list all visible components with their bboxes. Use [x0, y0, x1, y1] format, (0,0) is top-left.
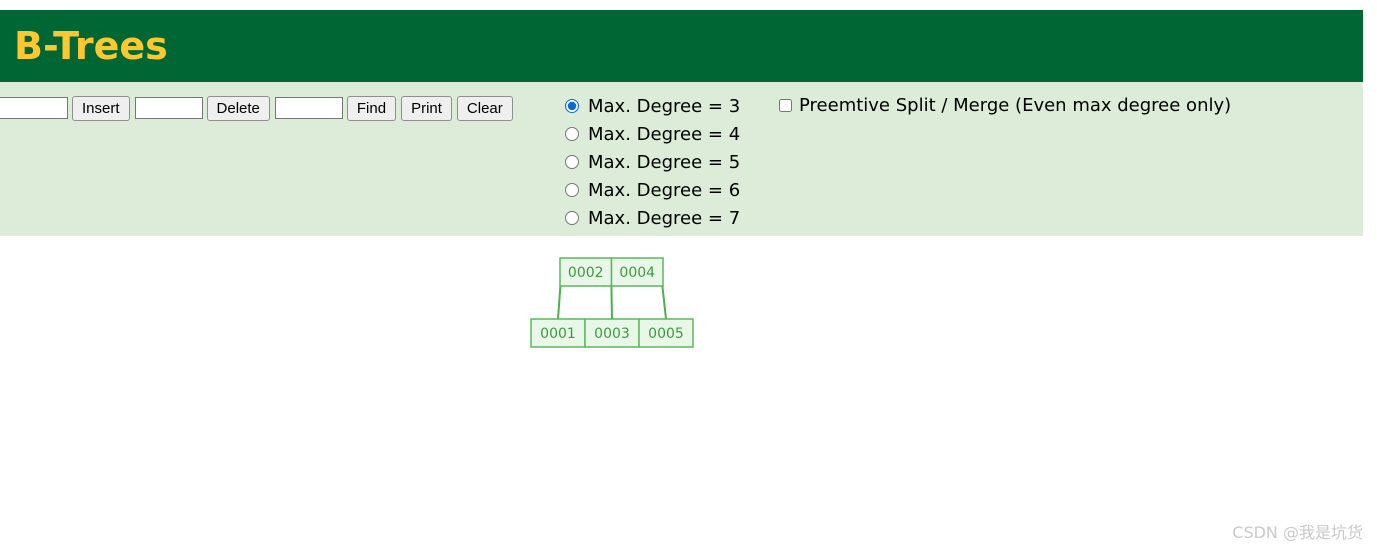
radio-input-degree-5[interactable]: [565, 155, 579, 169]
clear-button[interactable]: Clear: [456, 95, 513, 121]
find-input[interactable]: [274, 97, 343, 119]
preemptive-split-merge-label: Preemtive Split / Merge (Even max degree…: [799, 95, 1232, 116]
preemptive-split-merge-checkbox[interactable]: [779, 99, 792, 112]
btree-leaf-node[interactable]: 0003: [584, 318, 640, 348]
radio-option-degree-3[interactable]: Max. Degree = 3: [565, 92, 740, 120]
radio-option-degree-6[interactable]: Max. Degree = 6: [565, 176, 740, 204]
radio-label-degree-6: Max. Degree = 6: [588, 179, 741, 201]
btree-root-node[interactable]: 0002 0004: [559, 257, 664, 287]
radio-option-degree-5[interactable]: Max. Degree = 5: [565, 148, 740, 176]
radio-input-degree-7[interactable]: [565, 211, 579, 225]
delete-input[interactable]: [134, 97, 203, 119]
radio-label-degree-4: Max. Degree = 4: [588, 123, 741, 145]
radio-input-degree-6[interactable]: [565, 183, 579, 197]
btree-leaf-node[interactable]: 0005: [638, 318, 694, 348]
radio-input-degree-4[interactable]: [565, 127, 579, 141]
insert-button[interactable]: Insert: [72, 95, 130, 121]
btree-key-label: 0004: [619, 265, 655, 281]
radio-label-degree-3: Max. Degree = 3: [588, 95, 741, 117]
btree-key-label: 0003: [594, 326, 630, 342]
radio-label-degree-5: Max. Degree = 5: [588, 151, 741, 173]
max-degree-radio-group: Max. Degree = 3 Max. Degree = 4 Max. Deg…: [565, 92, 740, 232]
radio-label-degree-7: Max. Degree = 7: [588, 207, 741, 229]
algorithm-controls-row: Insert Delete Find Print Clear: [0, 94, 518, 122]
print-button[interactable]: Print: [401, 95, 452, 121]
delete-button[interactable]: Delete: [206, 95, 270, 121]
btree-key-label: 0002: [568, 265, 604, 281]
radio-input-degree-3[interactable]: [565, 99, 579, 113]
btree-leaf-node[interactable]: 0001: [530, 318, 586, 348]
preemptive-split-merge-option[interactable]: Preemtive Split / Merge (Even max degree…: [779, 95, 1231, 116]
insert-input[interactable]: [0, 97, 68, 119]
btree-visualization-canvas[interactable]: 0002 0004 0001 0003 0005: [0, 236, 1377, 553]
btree-key-label: 0001: [540, 326, 576, 342]
btree-svg: 0002 0004 0001 0003 0005: [530, 257, 694, 348]
find-button[interactable]: Find: [346, 95, 397, 121]
csdn-watermark: CSDN @我是坑货: [1232, 523, 1363, 542]
app-header: B-Trees: [0, 10, 1363, 82]
controls-panel: Insert Delete Find Print Clear Max. Degr…: [0, 82, 1363, 236]
btree-key-label: 0005: [648, 326, 684, 342]
page-title: B-Trees: [14, 24, 168, 68]
radio-option-degree-4[interactable]: Max. Degree = 4: [565, 120, 740, 148]
radio-option-degree-7[interactable]: Max. Degree = 7: [565, 204, 740, 232]
